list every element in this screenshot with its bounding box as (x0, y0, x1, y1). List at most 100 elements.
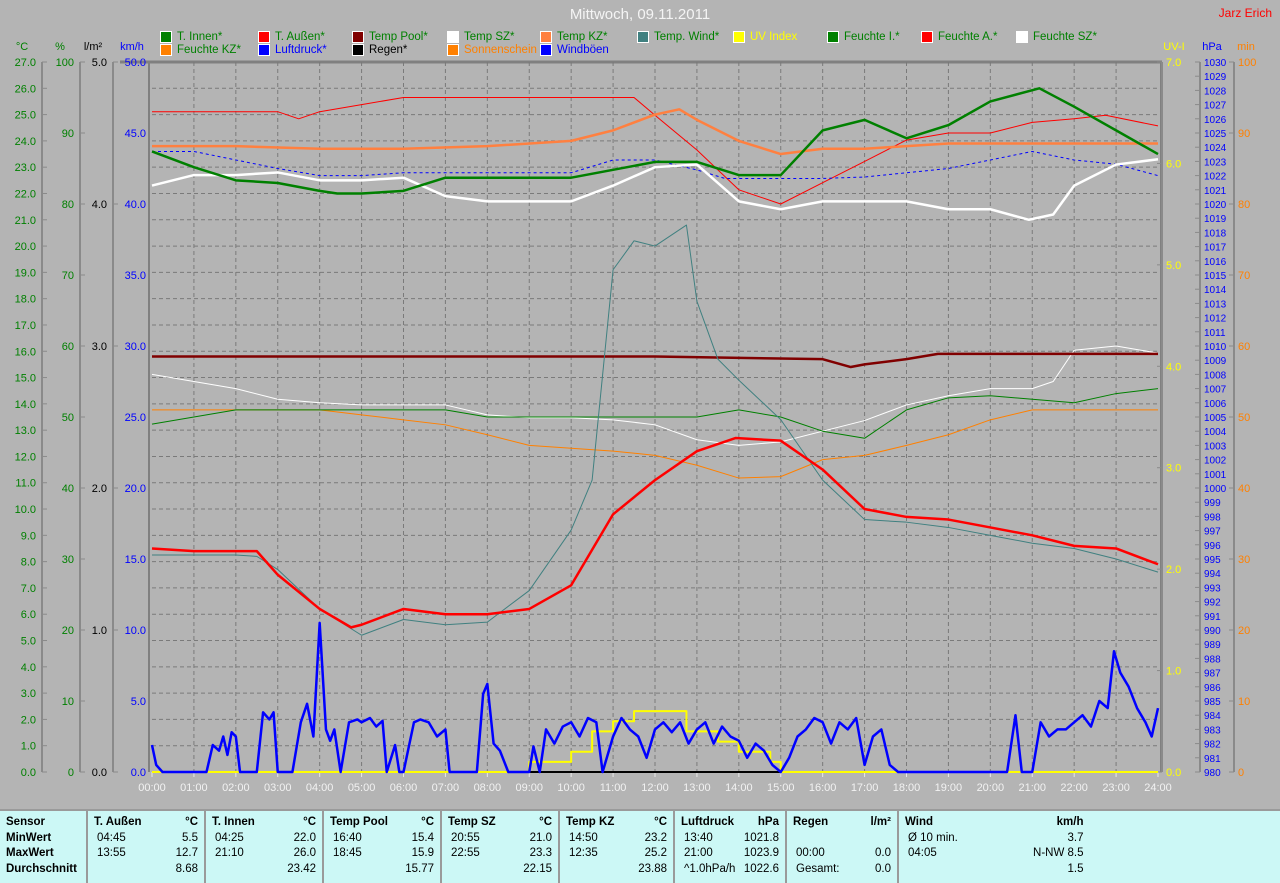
stats-unit: hPa (757, 816, 779, 828)
stats-max: 12.7 (175, 847, 198, 859)
stats-avg: 1.5 (1067, 862, 1084, 875)
x-tick-label: 17:00 (851, 782, 879, 794)
stats-min-time: 16:40 (333, 831, 362, 844)
stats-name: Temp SZ (448, 816, 496, 828)
x-tick-label: 08:00 (474, 782, 502, 794)
weather-chart: 00:00 01:00 02:00 03:00 04:00 05:00 06:00 07:00… (15, 41, 1257, 794)
legend-swatch (447, 44, 459, 56)
stats-row: Ø 10 min. 3.7 (905, 831, 1084, 847)
axis-tick-label-C: 11.0 (15, 478, 36, 490)
stats-row: 15.77 (330, 862, 434, 878)
axis-tick-label-hpa: 1018 (1204, 228, 1227, 239)
stats-min-time: 13:40 (684, 831, 713, 844)
axis-tick-label-hpa: 992 (1204, 598, 1221, 609)
axis-tick-label-hpa: 1025 (1204, 129, 1227, 140)
stats-name: T. Außen (94, 816, 142, 828)
stats-column: T. Innen °C 04:25 22.0 21:10 26.0 23.42 (206, 811, 324, 883)
legend-label: Luftdruck* (275, 44, 327, 56)
legend-swatch (447, 31, 459, 43)
sensor-column: Sensor MinWert MaxWert Durchschnitt (0, 811, 88, 883)
stats-min: 15.4 (411, 831, 434, 844)
stats-row: 04:45 5.5 (94, 831, 198, 847)
axis-tick-label-C: 6.0 (21, 609, 36, 621)
legend-label: Temp Pool* (369, 31, 428, 43)
axis-tick-label-C: 19.0 (15, 267, 36, 279)
legend-item: Feuchte KZ* (160, 44, 241, 56)
axis-tick-label-hpa: 999 (1204, 498, 1221, 509)
stats-avg-label (448, 862, 451, 878)
axis-tick-label-hpa: 984 (1204, 711, 1221, 722)
legend-swatch (258, 44, 270, 56)
legend-swatch (160, 31, 172, 43)
axis-tick-label-pct: 100 (56, 57, 74, 69)
legend-item: Sonnenschein (447, 44, 537, 56)
x-tick-label: 23:00 (1102, 782, 1130, 794)
stats-row: ^1.0hPa/h 1022.6 (681, 862, 779, 878)
x-tick-label: 15:00 (767, 782, 795, 794)
stats-row: T. Außen °C (94, 815, 198, 831)
stats-avg-label: Gesamt: (796, 862, 840, 875)
x-tick-label: 09:00 (515, 782, 543, 794)
axis-tick-label-hpa: 983 (1204, 725, 1221, 736)
legend-label: Feuchte SZ* (1033, 31, 1097, 43)
axis-tick-label-hpa: 993 (1204, 583, 1221, 594)
axis-tick-label-min: 40 (1238, 483, 1250, 495)
axis-tick-label-pct: 20 (62, 625, 74, 637)
legend-swatch (1016, 31, 1028, 43)
stats-row: 1.5 (905, 862, 1084, 878)
x-tick-label: 19:00 (935, 782, 963, 794)
legend-label: Windböen (557, 44, 609, 56)
stats-row: 21:00 1023.9 (681, 846, 779, 862)
axis-tick-label-min: 0 (1238, 767, 1244, 779)
legend-swatch (540, 44, 552, 56)
stats-row: Regen l/m² (793, 815, 891, 831)
axis-tick-label-hpa: 994 (1204, 569, 1221, 580)
stats-min-time: 20:55 (451, 831, 480, 844)
x-tick-label: 18:00 (893, 782, 921, 794)
legend-swatch (352, 44, 364, 56)
axis-tick-label-C: 2.0 (21, 714, 36, 726)
x-tick-label: 20:00 (977, 782, 1005, 794)
legend-item: Temp KZ* (540, 31, 608, 43)
axis-unit-lm2: l/m² (84, 41, 103, 53)
stats-row: 23.42 (212, 862, 316, 878)
stats-min: 22.0 (293, 831, 316, 844)
x-tick-label: 24:00 (1144, 782, 1172, 794)
axis-tick-label-hpa: 1004 (1204, 427, 1227, 438)
axis-tick-label-lm2: 4.0 (92, 199, 107, 211)
stats-row: T. Innen °C (212, 815, 316, 831)
axis-tick-label-hpa: 989 (1204, 640, 1221, 651)
stats-min-time (793, 831, 796, 847)
legend-label: Regen* (369, 44, 408, 56)
axis-tick-label-hpa: 1008 (1204, 370, 1227, 381)
stats-avg-label (212, 862, 215, 878)
axis-tick-label-C: 8.0 (21, 557, 36, 569)
axis-tick-label-hpa: 1023 (1204, 157, 1227, 168)
stats-max: 23.3 (529, 847, 552, 859)
legend-swatch (637, 31, 649, 43)
axis-tick-label-hpa: 1006 (1204, 399, 1227, 410)
stats-max-time: 22:55 (451, 847, 480, 859)
x-tick-label: 04:00 (306, 782, 334, 794)
avg-label: Durchschnitt (6, 862, 77, 875)
x-tick-label: 14:00 (725, 782, 753, 794)
stats-max-time: 00:00 (796, 847, 825, 859)
axis-tick-label-hpa: 1010 (1204, 342, 1227, 353)
axis-tick-label-hpa: 1012 (1204, 314, 1227, 325)
legend-label: Temp KZ* (557, 31, 608, 43)
axis-tick-label-hpa: 998 (1204, 512, 1221, 523)
axis-tick-label-pct: 60 (62, 341, 74, 353)
axis-tick-label-hpa: 1003 (1204, 441, 1227, 452)
axis-tick-label-pct: 30 (62, 554, 74, 566)
axis-tick-label-hpa: 995 (1204, 555, 1221, 566)
legend-label: Feuchte A.* (938, 31, 998, 43)
stats-min: 21.0 (529, 831, 552, 844)
legend-label: T. Außen* (275, 31, 325, 43)
axis-tick-label-C: 17.0 (15, 320, 36, 332)
axis-tick-label-pct: 90 (62, 128, 74, 140)
axis-tick-label-min: 10 (1238, 696, 1250, 708)
axis-tick-label-lm2: 3.0 (92, 341, 107, 353)
stats-max-time: 04:05 (908, 847, 937, 859)
legend-item: Regen* (352, 44, 407, 56)
axis-tick-label-min: 30 (1238, 554, 1250, 566)
